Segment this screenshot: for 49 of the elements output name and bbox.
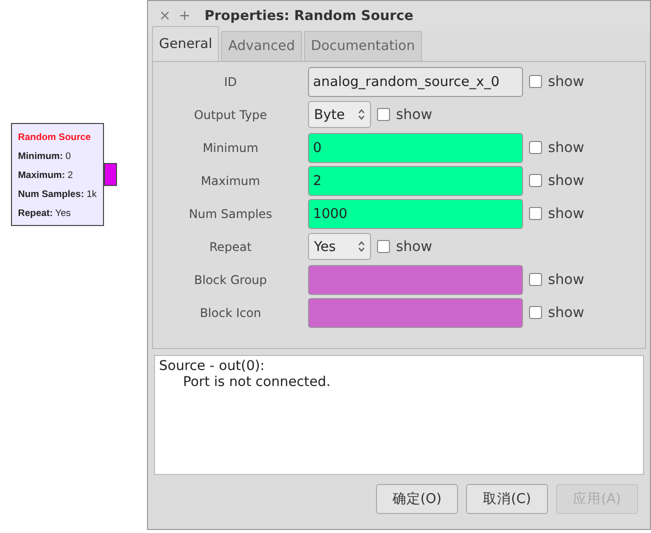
show-checkbox[interactable]: [377, 240, 390, 253]
param-label: ID: [223, 74, 238, 88]
input-field[interactable]: [308, 264, 523, 294]
message-heading: Source - out(0):: [159, 358, 266, 374]
block-param: Minimum: 0: [18, 150, 72, 164]
checkbox-label: show: [548, 272, 584, 288]
spin-combo[interactable]: Yes: [308, 233, 371, 260]
updown-icon: [358, 109, 365, 120]
dialog-button[interactable]: 取消(C): [466, 484, 548, 514]
param-label: Block Icon: [198, 306, 262, 320]
checkbox-label: show: [548, 140, 584, 156]
tab[interactable]: Advanced: [221, 31, 302, 61]
checkbox-label: show: [396, 238, 432, 254]
output-port[interactable]: [104, 163, 117, 186]
param-label: Output Type: [192, 108, 268, 122]
tab[interactable]: General: [152, 26, 220, 61]
input-field[interactable]: 2: [308, 166, 523, 196]
dialog-button[interactable]: 确定(O): [376, 484, 458, 514]
block-param: Maximum: 2: [18, 169, 74, 183]
show-checkbox[interactable]: [529, 75, 542, 88]
show-checkbox[interactable]: [529, 207, 542, 220]
checkbox-label: show: [548, 74, 584, 90]
param-label: Repeat: [208, 240, 253, 254]
block-param: Repeat: Yes: [18, 207, 72, 221]
message-text: Port is not connected.: [182, 374, 332, 390]
param-label: Maximum: [200, 174, 262, 188]
input-field[interactable]: 1000: [308, 198, 523, 228]
param-label: Num Samples: [188, 206, 274, 220]
checkbox-label: show: [548, 172, 584, 188]
param-label: Minimum: [202, 140, 260, 154]
block-param: Num Samples: 1k: [18, 188, 97, 202]
flowgraph-block[interactable]: Random Source Minimum: 0 Maximum: 2 Num Samples: 1k Repeat: Yes: [11, 123, 104, 226]
show-checkbox[interactable]: [529, 273, 542, 286]
checkbox-label: show: [548, 304, 584, 320]
spin-combo[interactable]: Byte: [308, 101, 371, 128]
param-label: Block Group: [193, 272, 268, 286]
show-checkbox[interactable]: [529, 174, 542, 187]
show-checkbox[interactable]: [529, 141, 542, 154]
show-checkbox[interactable]: [377, 108, 390, 121]
input-field[interactable]: [308, 298, 523, 328]
show-checkbox[interactable]: [529, 306, 542, 319]
updown-icon: [358, 241, 365, 252]
window-title: Properties: Random Source: [204, 8, 414, 24]
checkbox-label: show: [548, 206, 584, 222]
input-field[interactable]: analog_random_source_x_0: [308, 66, 523, 96]
checkbox-label: show: [396, 106, 432, 122]
block-title: Random Source: [18, 131, 92, 145]
tab[interactable]: Documentation: [304, 31, 422, 61]
input-field[interactable]: 0: [308, 132, 523, 162]
